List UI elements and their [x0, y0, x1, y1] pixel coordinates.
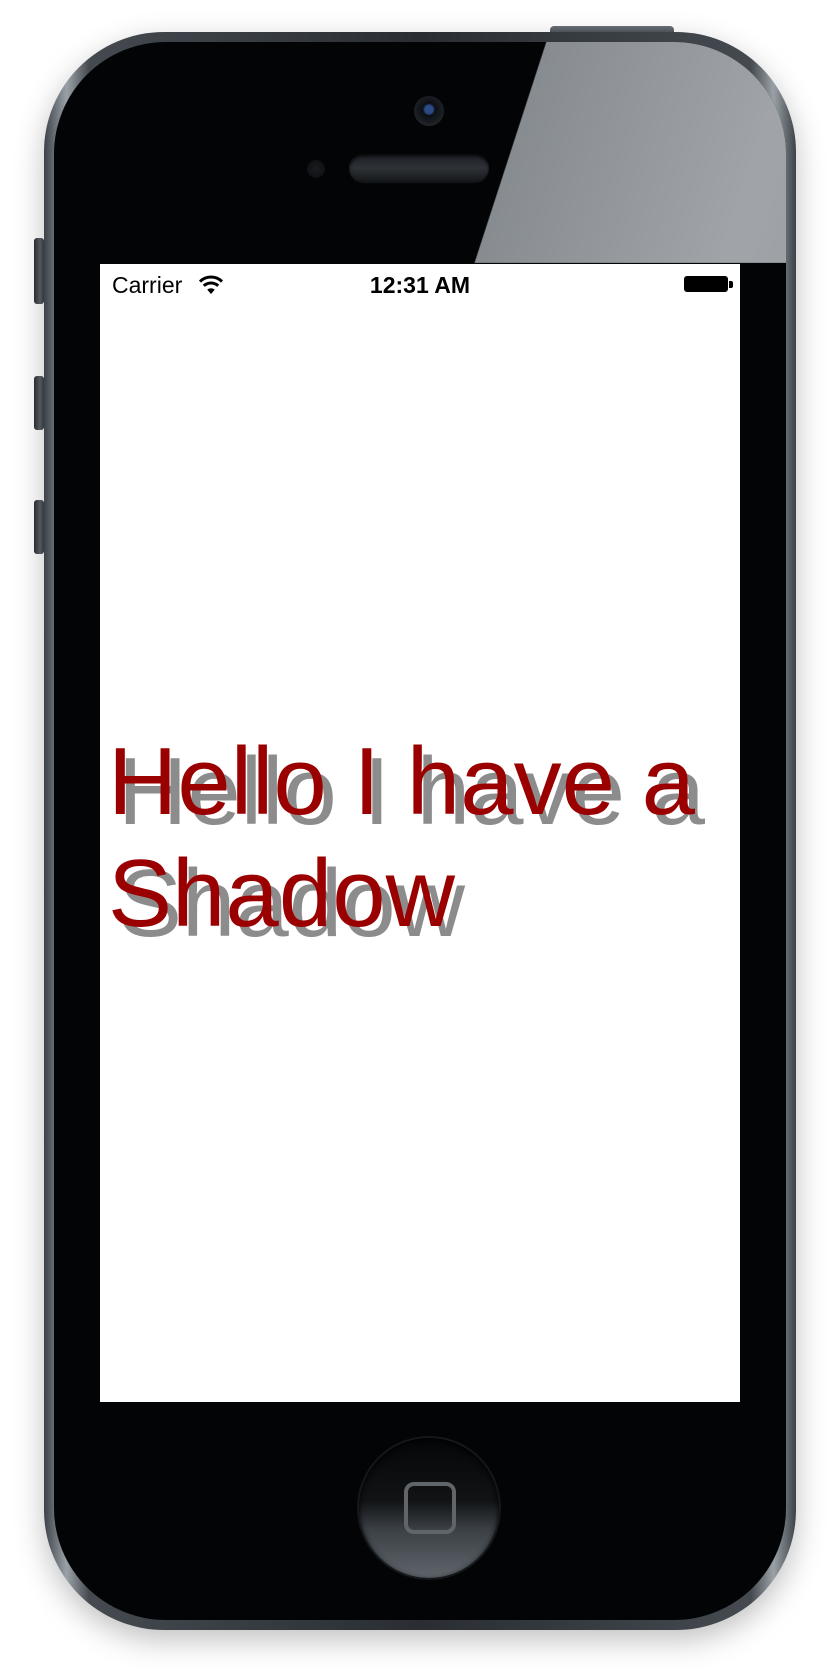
status-time: 12:31 AM: [369, 272, 471, 298]
battery-nub: [729, 281, 733, 288]
device-screen: Carrier 12:31 AM Hello I have a Shadow: [100, 264, 740, 1402]
status-bar: Carrier 12:31 AM: [100, 264, 740, 304]
device-face: Carrier 12:31 AM Hello I have a Shadow: [54, 42, 786, 1620]
earpiece-speaker: [349, 154, 489, 182]
battery-icon: [684, 276, 728, 292]
device-body: Carrier 12:31 AM Hello I have a Shadow: [44, 32, 796, 1630]
proximity-sensor: [307, 160, 325, 178]
home-button-icon: [404, 1482, 456, 1534]
volume-down-button[interactable]: [34, 500, 44, 554]
volume-up-button[interactable]: [34, 376, 44, 430]
simulator-frame: Carrier 12:31 AM Hello I have a Shadow: [0, 0, 840, 1680]
mute-switch[interactable]: [34, 238, 44, 304]
front-camera-icon: [414, 96, 444, 126]
home-button[interactable]: [359, 1438, 499, 1578]
shadow-text-label: Hello I have a Shadow: [108, 728, 696, 947]
